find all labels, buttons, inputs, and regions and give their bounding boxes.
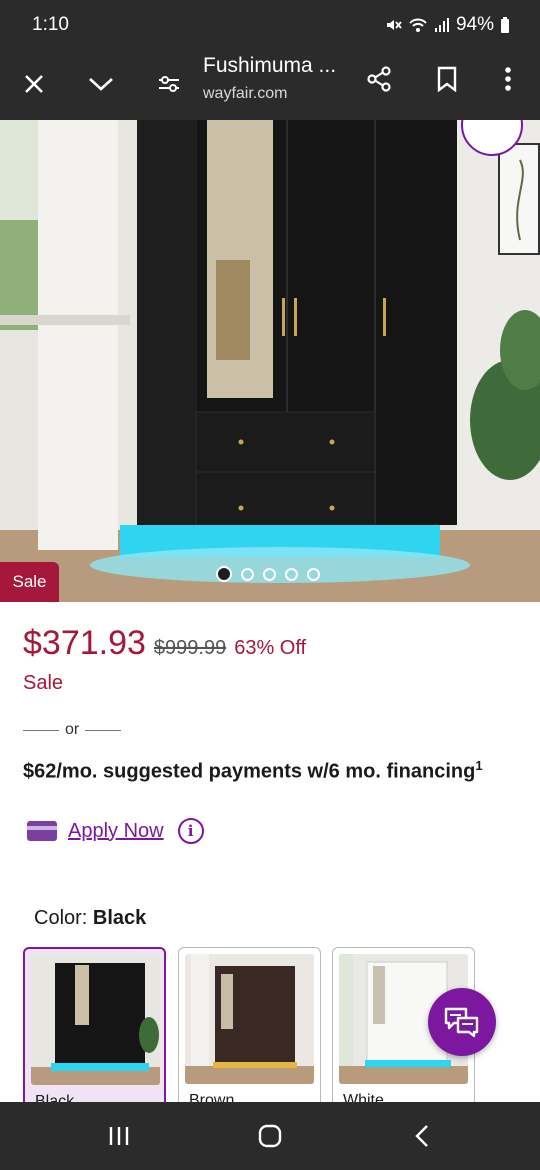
chevron-down-icon: [89, 78, 113, 91]
divider-line: [23, 729, 59, 731]
swatch-thumbnail: [31, 955, 160, 1085]
status-icons: 94%: [384, 14, 510, 36]
info-icon[interactable]: i: [177, 818, 204, 844]
back-button[interactable]: [392, 1116, 452, 1156]
close-icon: [25, 75, 43, 93]
sale-badge: Sale: [0, 562, 59, 602]
or-text: or: [65, 721, 80, 738]
recent-apps-button[interactable]: [89, 1116, 149, 1156]
home-button[interactable]: [240, 1116, 300, 1156]
system-nav-bar: [0, 1102, 540, 1170]
credit-card-icon: [27, 821, 57, 841]
divider-line: [85, 729, 122, 731]
product-image-carousel[interactable]: [0, 120, 540, 602]
product-photo: [0, 120, 540, 602]
sale-label: Sale: [23, 672, 64, 694]
carousel-dot[interactable]: [241, 567, 254, 581]
current-price: $371.93: [23, 624, 146, 662]
discount-label: 63% Off: [234, 637, 307, 659]
minimize-button[interactable]: [79, 62, 123, 106]
page-url[interactable]: wayfair.com: [203, 85, 287, 103]
wifi-icon: [408, 16, 428, 34]
selected-color: Black: [92, 907, 147, 929]
signal-icon: [434, 16, 450, 34]
share-icon: [367, 66, 391, 92]
share-button[interactable]: [357, 57, 401, 101]
site-settings-icon: [159, 76, 179, 92]
carousel-dot[interactable]: [285, 567, 298, 581]
more-icon: [505, 67, 511, 91]
home-icon: [258, 1124, 282, 1148]
color-option-brown[interactable]: Brown: [178, 947, 321, 1117]
apply-now-link[interactable]: Apply Now: [68, 820, 164, 843]
original-price: $999.99: [153, 637, 227, 659]
back-icon: [415, 1125, 428, 1147]
carousel-dot[interactable]: [263, 567, 276, 581]
bookmark-icon: [437, 66, 457, 92]
swatch-thumbnail: [185, 954, 314, 1084]
carousel-dots: [216, 566, 320, 582]
color-label: Color:: [34, 907, 88, 929]
financing-text: $62/mo. suggested payments w/6 mo. finan…: [23, 748, 493, 790]
or-divider: or: [23, 721, 122, 739]
site-settings-button[interactable]: [147, 62, 191, 106]
more-button[interactable]: [486, 57, 530, 101]
bookmark-button[interactable]: [425, 57, 469, 101]
status-time: 1:10: [32, 14, 69, 35]
color-option-black[interactable]: Black: [23, 947, 166, 1117]
apply-row: Apply Now i: [27, 818, 204, 844]
color-selector-label: Color: Black: [34, 907, 146, 930]
financing-footnote: 1: [475, 758, 483, 773]
financing-line: $62/mo. suggested payments w/6 mo. finan…: [23, 760, 476, 783]
status-bar: 1:10 94%: [0, 0, 540, 50]
chat-button[interactable]: [428, 988, 496, 1056]
carousel-dot[interactable]: [307, 567, 320, 581]
carousel-dot[interactable]: [216, 566, 232, 582]
close-button[interactable]: [12, 62, 56, 106]
page-title[interactable]: Fushimuma ...: [203, 54, 336, 78]
recent-apps-icon: [109, 1127, 129, 1145]
chat-icon: [444, 1007, 479, 1038]
battery-icon: [500, 16, 510, 34]
mute-icon: [384, 16, 402, 34]
price-row: $371.93 $999.99 63% Off: [23, 624, 306, 663]
battery-text: 94%: [455, 14, 494, 35]
